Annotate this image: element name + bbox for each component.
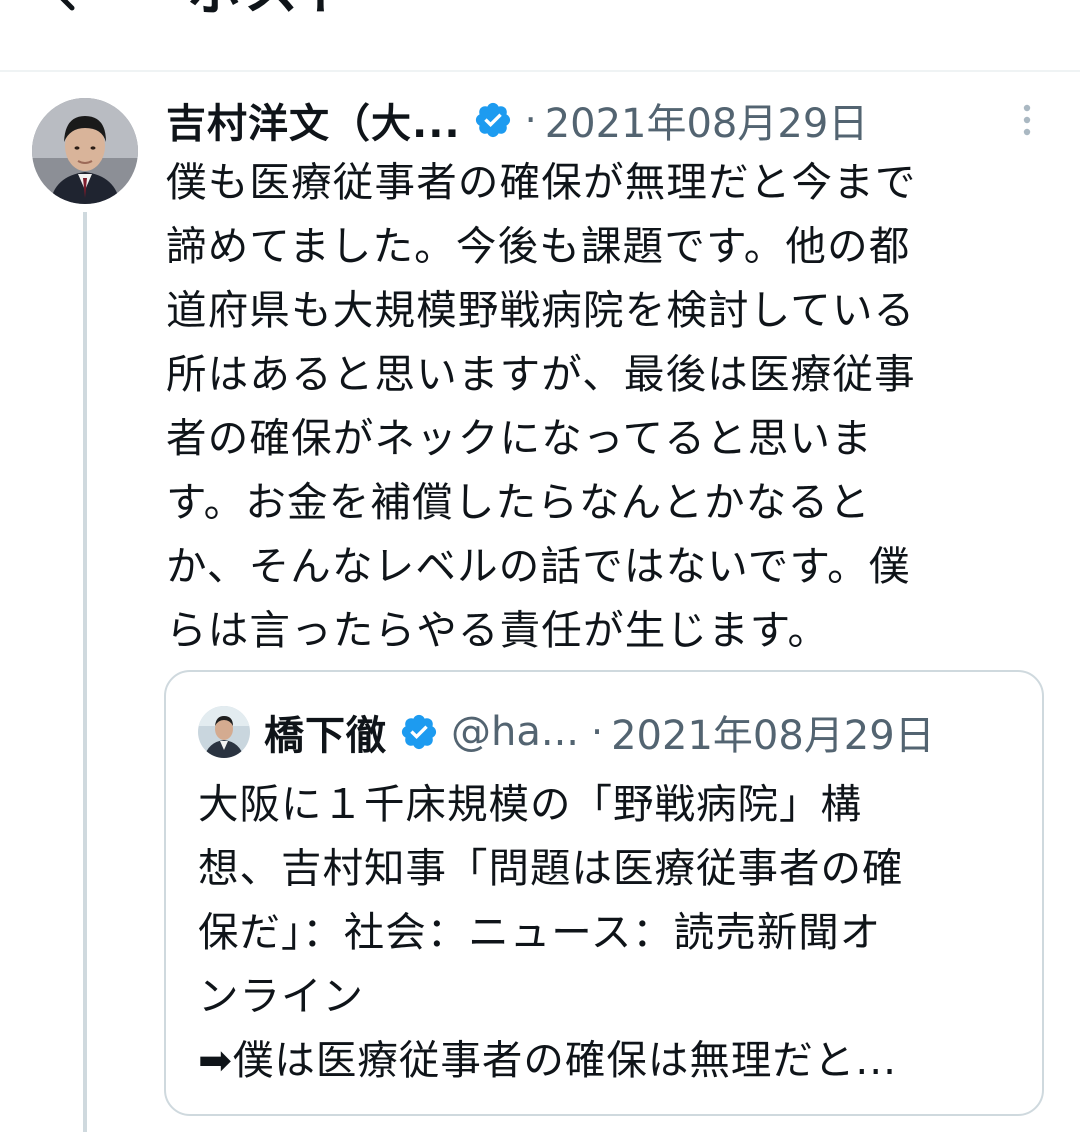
- author-avatar[interactable]: [32, 98, 138, 204]
- verified-badge-icon: [401, 714, 437, 750]
- author-name[interactable]: 吉村洋文（大...: [166, 91, 461, 149]
- tweet-text: 僕も医療従事者の確保が無理だと今まで 諦めてました。今後も課題です。他の都 道府…: [166, 158, 917, 654]
- top-app-bar: ポスト: [0, 0, 1080, 72]
- page-title: ポスト: [188, 0, 356, 26]
- quoted-author-name: 橋下徹: [264, 713, 387, 759]
- quoted-tweet-header: 橋下徹 @ha... · 2021年08月29日: [198, 704, 935, 760]
- more-options-icon[interactable]: [1012, 100, 1042, 140]
- tweet-header: 吉村洋文（大... · 2021年08月29日: [166, 92, 868, 148]
- quoted-author-avatar: [198, 706, 250, 758]
- quoted-tweet-text: 大阪に１千床規模の「野戦病院」構 想、吉村知事「問題は医療従事者の確 保だ」：社…: [198, 780, 904, 1084]
- tweet-date[interactable]: 2021年08月29日: [545, 91, 869, 149]
- dot-separator: ·: [524, 98, 537, 142]
- verified-badge-icon: [475, 102, 510, 138]
- quoted-tweet-date: 2021年08月29日: [611, 713, 935, 759]
- thread-line: [83, 212, 87, 1132]
- arrow-left-icon[interactable]: [44, 0, 104, 22]
- quoted-author-handle: @ha...: [451, 709, 580, 755]
- quoted-tweet-card[interactable]: 橋下徹 @ha... · 2021年08月29日 大阪に１千床規模の「野戦病院」…: [164, 670, 1044, 1116]
- dot-separator: ·: [591, 710, 604, 754]
